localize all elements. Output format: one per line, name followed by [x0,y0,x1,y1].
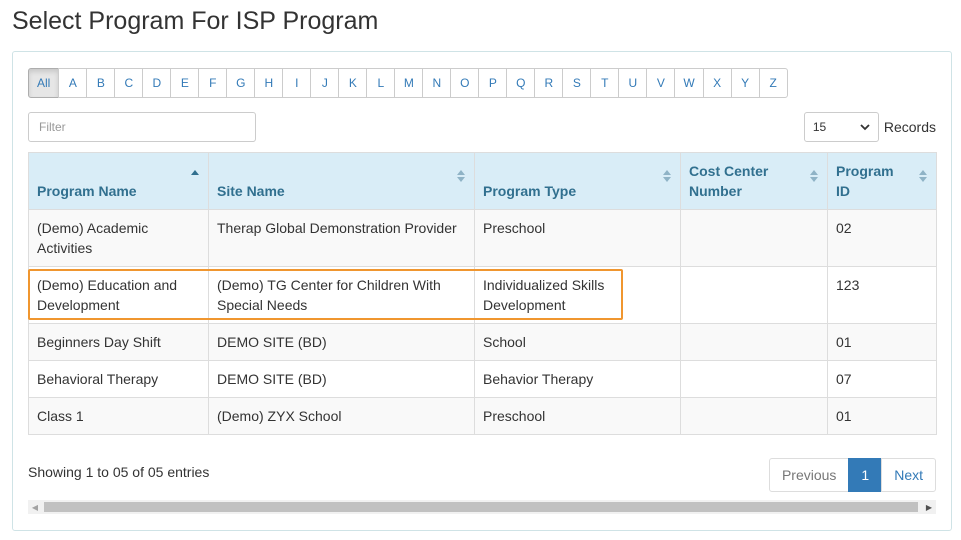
alphabet-button-l[interactable]: L [366,68,396,98]
cell-program-name: (Demo) Academic Activities [28,209,209,267]
alphabet-filter-bar: All A B C D E F G H I J K L M N O P Q R S T U V W X Y Z [28,68,788,98]
current-page-button[interactable]: 1 [848,458,883,492]
alphabet-button-m[interactable]: M [394,68,424,98]
alphabet-button-y[interactable]: Y [730,68,760,98]
table-header-row: Program Name Site Name Program Type Cost Ce… [28,152,937,210]
sort-both-icon [457,170,465,182]
column-header-line2: ID [836,183,850,199]
scroll-right-arrow-icon[interactable]: ▶ [922,500,936,514]
page-title: Select Program For ISP Program [12,7,379,35]
alphabet-button-j[interactable]: J [310,68,340,98]
cell-site-name: DEMO SITE (BD) [208,360,475,398]
column-header-line1: Program [836,163,894,179]
alphabet-button-n[interactable]: N [422,68,452,98]
cell-program-type: Preschool [474,209,681,267]
cell-program-name: (Demo) Education and Development [28,266,209,324]
column-header-line2: Program Name [37,183,137,199]
cell-site-name: Therap Global Demonstration Provider [208,209,475,267]
cell-cost-center-number [680,209,828,267]
column-header-line2: Program Type [483,183,577,199]
alphabet-button-a[interactable]: A [58,68,88,98]
column-header-program-id[interactable]: Program ID [827,152,937,210]
alphabet-button-o[interactable]: O [450,68,480,98]
alphabet-button-r[interactable]: R [534,68,564,98]
scroll-left-arrow-icon[interactable]: ◀ [28,500,42,514]
alphabet-button-s[interactable]: S [562,68,592,98]
cell-program-id: 07 [827,360,937,398]
table-body: (Demo) Academic Activities Therap Global … [28,209,937,435]
alphabet-button-w[interactable]: W [674,68,704,98]
column-header-cost-center-number[interactable]: Cost Center Number [680,152,828,210]
alphabet-button-z[interactable]: Z [758,68,788,98]
cell-cost-center-number [680,397,828,435]
pagination: Previous 1 Next [768,458,936,492]
filter-input[interactable] [28,112,256,142]
alphabet-button-h[interactable]: H [254,68,284,98]
cell-cost-center-number [680,266,828,324]
scrollbar-thumb[interactable] [44,502,918,512]
cell-site-name: (Demo) TG Center for Children With Speci… [208,266,475,324]
alphabet-button-f[interactable]: F [198,68,228,98]
sort-ascending-icon [191,170,199,175]
alphabet-button-u[interactable]: U [618,68,648,98]
sort-both-icon [663,170,671,182]
program-list-panel: AllABCDEFGHIJKLMNOPQRSTUVWXYZ 15 Records… [12,51,952,531]
cell-program-name: Class 1 [28,397,209,435]
records-per-page: 15 Records [803,112,936,142]
table-row[interactable]: Behavioral Therapy DEMO SITE (BD) Behavior… [28,360,937,398]
cell-program-id: 01 [827,397,937,435]
records-select[interactable]: 15 [803,112,879,142]
records-select-value: 15 [812,120,827,134]
alphabet-button-b[interactable]: B [86,68,116,98]
cell-program-type: School [474,323,681,361]
alphabet-button-g[interactable]: G [226,68,256,98]
cell-program-id: 01 [827,323,937,361]
alphabet-button-e[interactable]: E [170,68,200,98]
alphabet-button-all[interactable]: All [28,68,60,98]
chevron-down-icon [860,124,870,131]
horizontal-scrollbar[interactable]: ◀ ▶ [28,500,936,514]
records-label: Records [883,119,936,135]
alphabet-button-t[interactable]: T [590,68,620,98]
table-row[interactable]: (Demo) Education and Development (Demo) T… [28,266,937,324]
alphabet-button-q[interactable]: Q [506,68,536,98]
cell-program-id: 123 [827,266,937,324]
column-header-site-name[interactable]: Site Name [208,152,475,210]
next-page-button[interactable]: Next [881,458,936,492]
cell-program-id: 02 [827,209,937,267]
cell-program-type: Individualized Skills Development [474,266,681,324]
alphabet-button-p[interactable]: P [478,68,508,98]
alphabet-button-v[interactable]: V [646,68,676,98]
cell-site-name: DEMO SITE (BD) [208,323,475,361]
cell-program-type: Behavior Therapy [474,360,681,398]
column-header-program-name[interactable]: Program Name [28,152,209,210]
alphabet-button-i[interactable]: I [282,68,312,98]
sort-both-icon [810,170,818,182]
cell-program-name: Beginners Day Shift [28,323,209,361]
alphabet-button-c[interactable]: C [114,68,144,98]
column-header-line1: Cost Center [689,163,769,179]
alphabet-button-x[interactable]: X [702,68,732,98]
table-row[interactable]: (Demo) Academic Activities Therap Global … [28,209,937,267]
alphabet-button-d[interactable]: D [142,68,172,98]
entries-info: Showing 1 to 05 of 05 entries [28,464,210,480]
cell-program-type: Preschool [474,397,681,435]
column-header-program-type[interactable]: Program Type [474,152,681,210]
cell-program-name: Behavioral Therapy [28,360,209,398]
sort-both-icon [919,170,927,182]
table-row[interactable]: Class 1 (Demo) ZYX School Preschool 01 [28,397,937,435]
cell-cost-center-number [680,360,828,398]
cell-site-name: (Demo) ZYX School [208,397,475,435]
table-row[interactable]: Beginners Day Shift DEMO SITE (BD) School 0… [28,323,937,361]
column-header-line2: Site Name [217,183,285,199]
alphabet-button-k[interactable]: K [338,68,368,98]
program-table: Program Name Site Name Program Type Cost Ce… [28,152,937,435]
cell-cost-center-number [680,323,828,361]
previous-page-button[interactable]: Previous [768,458,850,492]
column-header-line2: Number [689,183,742,199]
